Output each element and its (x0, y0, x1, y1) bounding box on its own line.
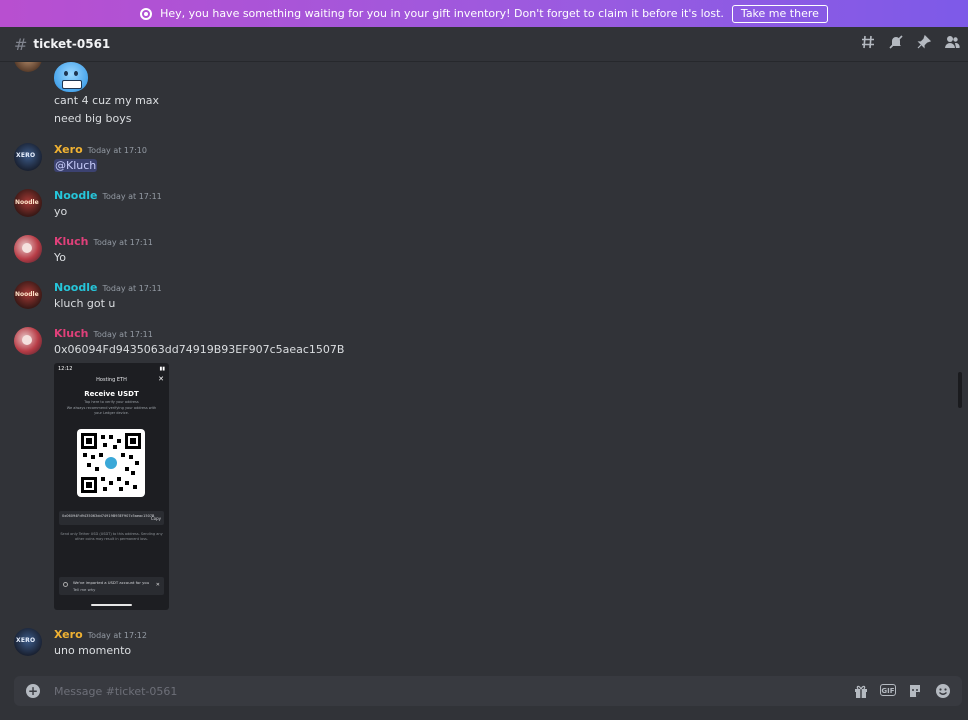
user-mention[interactable]: @Kluch (54, 159, 98, 172)
attachment-header: Hosting ETH (96, 377, 127, 383)
image-attachment[interactable]: 12:12 ▮▮ Hosting ETH ✕ Receive USDT Tap … (54, 363, 169, 610)
avatar[interactable] (14, 189, 42, 217)
members-icon[interactable] (944, 34, 960, 50)
home-indicator (91, 604, 132, 606)
username[interactable]: Noodle Today at 17:11 (54, 189, 162, 202)
scrollbar-thumb[interactable] (958, 372, 962, 408)
qr-code (77, 429, 145, 497)
message-text: Yo (54, 251, 66, 264)
info-icon (63, 582, 68, 587)
message-input-bar: + Message #ticket-0561 GIF (14, 676, 962, 706)
avatar[interactable] (14, 62, 42, 72)
take-me-there-button[interactable]: Take me there (731, 4, 828, 23)
channel-header: # ticket-0561 (0, 27, 968, 62)
wallet-address: 0x06094Fd9435063dd74919B93EF907c5aeac150… (62, 514, 155, 518)
message-text: cant 4 cuz my max (54, 94, 160, 107)
username[interactable]: Kluch Today at 17:11 (54, 235, 153, 248)
phone-status-time: 12:12 (58, 366, 73, 372)
import-notice: We've imported a USDT account for you Te… (59, 577, 164, 595)
copy-label: Copy (150, 516, 161, 521)
message-text: 0x06094Fd9435063dd74919B93EF907c5aeac150… (54, 343, 345, 356)
close-icon: ✕ (155, 582, 160, 588)
header-tools (860, 34, 960, 50)
threads-icon[interactable] (860, 34, 876, 50)
username[interactable]: Kluch Today at 17:11 (54, 327, 153, 340)
input-tools: GIF (852, 683, 952, 699)
emoji-icon[interactable] (934, 683, 952, 699)
sticker-icon[interactable] (906, 683, 924, 699)
hash-icon: # (14, 34, 28, 54)
message-text: need big boys (54, 112, 132, 125)
gif-icon[interactable]: GIF (880, 684, 896, 696)
gift-inventory-banner: Hey, you have something waiting for you … (0, 0, 968, 27)
timestamp: Today at 17:11 (93, 330, 153, 339)
banner-text: Hey, you have something waiting for you … (160, 7, 724, 20)
close-icon: ✕ (158, 375, 164, 383)
timestamp: Today at 17:11 (102, 192, 162, 201)
message-text: uno momento (54, 644, 132, 657)
address-box: 0x06094Fd9435063dd74919B93EF907c5aeac150… (59, 511, 164, 525)
username[interactable]: Noodle Today at 17:11 (54, 281, 162, 294)
message-input[interactable]: Message #ticket-0561 (54, 685, 177, 698)
message-text: @Kluch (54, 159, 98, 172)
notice-link: Tell me why (73, 587, 96, 592)
message-text: yo (54, 205, 68, 218)
notice-text: We've imported a USDT account for you (73, 580, 150, 585)
attachment-note: We always recommend verifying your addre… (66, 406, 157, 415)
attachment-subtitle: Tap here to verify your address (84, 400, 139, 404)
timestamp: Today at 17:10 (87, 146, 147, 155)
avatar[interactable] (14, 235, 42, 263)
avatar[interactable] (14, 143, 42, 171)
message-list[interactable]: cant 4 cuz my max need big boys XeroToda… (0, 62, 962, 672)
avatar[interactable] (14, 327, 42, 355)
pin-icon[interactable] (916, 34, 932, 50)
phone-status-icons: ▮▮ (159, 366, 165, 372)
username[interactable]: Xero Today at 17:10 (54, 143, 147, 156)
timestamp: Today at 17:11 (102, 284, 162, 293)
add-attachment-button[interactable]: + (26, 684, 40, 698)
timestamp: Today at 17:11 (93, 238, 153, 247)
avatar[interactable] (14, 628, 42, 656)
nitro-gift-icon (140, 7, 153, 20)
channel-name: ticket-0561 (33, 37, 111, 51)
attachment-warning: Send only Tether USD (USDT) to this addr… (60, 532, 163, 541)
username[interactable]: Xero Today at 17:12 (54, 628, 147, 641)
cold-face-emoji (54, 62, 88, 92)
gift-icon[interactable] (852, 683, 870, 699)
message-text: kluch got u (54, 297, 116, 310)
attachment-title: Receive USDT (84, 390, 139, 398)
timestamp: Today at 17:12 (87, 631, 147, 640)
avatar[interactable] (14, 281, 42, 309)
mute-icon[interactable] (888, 34, 904, 50)
